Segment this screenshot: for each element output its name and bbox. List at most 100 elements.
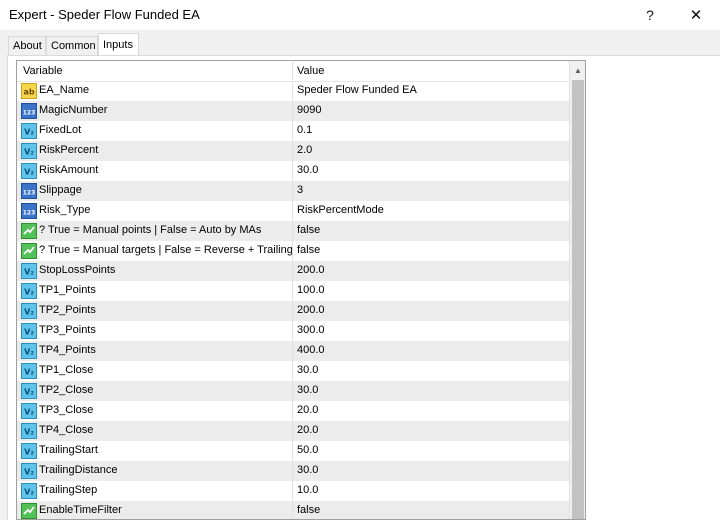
column-header-variable[interactable]: Variable [23, 65, 63, 77]
double-icon: V₂ [21, 383, 37, 399]
variable-value[interactable]: 200.0 [297, 264, 325, 276]
help-button[interactable]: ? [628, 0, 672, 30]
table-row[interactable]: V₂ TP4_Close 20.0 [17, 421, 569, 441]
double-icon: V₂ [21, 283, 37, 299]
grid-rows: ab EA_Name Speder Flow Funded EA 123 MagicNu… [17, 81, 569, 519]
variable-name: ? True = Manual targets | False = Revers… [39, 244, 293, 256]
table-row[interactable]: V₂ StopLossPoints 200.0 [17, 261, 569, 281]
variable-value[interactable]: 300.0 [297, 324, 325, 336]
tab-inputs[interactable]: Inputs [98, 33, 139, 56]
variable-value[interactable]: 20.0 [297, 404, 318, 416]
tab-about[interactable]: About [8, 36, 46, 55]
variable-value[interactable]: 0.1 [297, 124, 312, 136]
close-button[interactable]: ✕ [674, 0, 718, 30]
variable-value[interactable]: 30.0 [297, 164, 318, 176]
bool-icon [21, 503, 37, 519]
svg-text:V₂: V₂ [24, 488, 34, 497]
variable-value[interactable]: 30.0 [297, 464, 318, 476]
table-row[interactable]: 123 Risk_Type RiskPercentMode [17, 201, 569, 221]
tab-strip: About Common Inputs [0, 30, 720, 56]
variable-name: TP1_Points [39, 284, 96, 296]
svg-text:123: 123 [23, 190, 36, 197]
double-icon: V₂ [21, 483, 37, 499]
help-icon: ? [646, 7, 654, 23]
variable-value[interactable]: Speder Flow Funded EA [297, 84, 417, 96]
double-icon: V₂ [21, 443, 37, 459]
variable-value[interactable]: false [297, 504, 320, 516]
variable-name: TrailingDistance [39, 464, 118, 476]
variable-value[interactable]: false [297, 224, 320, 236]
cell-divider [292, 321, 293, 341]
variable-name: EA_Name [39, 84, 90, 96]
table-row[interactable]: V₂ TP2_Close 30.0 [17, 381, 569, 401]
variable-value[interactable]: 10.0 [297, 484, 318, 496]
table-row[interactable]: V₂ TP2_Points 200.0 [17, 301, 569, 321]
double-icon: V₂ [21, 323, 37, 339]
table-row[interactable]: 123 Slippage 3 [17, 181, 569, 201]
scroll-thumb[interactable] [572, 80, 584, 519]
variable-value[interactable]: 3 [297, 184, 303, 196]
table-row[interactable]: V₂ RiskPercent 2.0 [17, 141, 569, 161]
svg-text:V₂: V₂ [24, 268, 34, 277]
table-row[interactable]: ? True = Manual points | False = Auto by… [17, 221, 569, 241]
variable-value[interactable]: false [297, 244, 320, 256]
cell-divider [292, 421, 293, 441]
table-row[interactable]: V₂ TP1_Points 100.0 [17, 281, 569, 301]
svg-text:V₂: V₂ [24, 328, 34, 337]
table-row[interactable]: ab EA_Name Speder Flow Funded EA [17, 81, 569, 101]
svg-text:V₂: V₂ [24, 368, 34, 377]
variable-value[interactable]: 30.0 [297, 364, 318, 376]
column-header-value[interactable]: Value [297, 65, 324, 77]
table-row[interactable]: V₂ TP1_Close 30.0 [17, 361, 569, 381]
tab-common[interactable]: Common [46, 36, 98, 55]
cell-divider [292, 401, 293, 421]
table-row[interactable]: EnableTimeFilter false [17, 501, 569, 519]
cell-divider [292, 261, 293, 281]
variable-value[interactable]: 30.0 [297, 384, 318, 396]
column-divider[interactable] [292, 62, 293, 80]
variable-value[interactable]: 20.0 [297, 424, 318, 436]
table-row[interactable]: V₂ FixedLot 0.1 [17, 121, 569, 141]
variable-name: TP4_Points [39, 344, 96, 356]
inputs-grid: Variable Value ab EA_Name Speder Flow Fund… [16, 60, 586, 520]
cell-divider [292, 81, 293, 101]
double-icon: V₂ [21, 363, 37, 379]
variable-value[interactable]: 100.0 [297, 284, 325, 296]
grid-header: Variable Value [17, 61, 569, 82]
svg-text:V₂: V₂ [24, 288, 34, 297]
table-row[interactable]: V₂ RiskAmount 30.0 [17, 161, 569, 181]
table-row[interactable]: 123 MagicNumber 9090 [17, 101, 569, 121]
cell-divider [292, 441, 293, 461]
close-icon: ✕ [689, 7, 703, 24]
table-row[interactable]: V₂ TP4_Points 400.0 [17, 341, 569, 361]
variable-value[interactable]: RiskPercentMode [297, 204, 384, 216]
double-icon: V₂ [21, 403, 37, 419]
table-row[interactable]: V₂ TrailingStart 50.0 [17, 441, 569, 461]
double-icon: V₂ [21, 423, 37, 439]
svg-text:V₂: V₂ [24, 448, 34, 457]
cell-divider [292, 501, 293, 519]
table-row[interactable]: V₂ TP3_Close 20.0 [17, 401, 569, 421]
variable-value[interactable]: 9090 [297, 104, 321, 116]
variable-name: TrailingStart [39, 444, 98, 456]
table-row[interactable]: V₂ TrailingStep 10.0 [17, 481, 569, 501]
table-row[interactable]: ? True = Manual targets | False = Revers… [17, 241, 569, 261]
svg-text:123: 123 [23, 110, 36, 117]
cell-divider [292, 141, 293, 161]
svg-text:V₂: V₂ [24, 468, 34, 477]
cell-divider [292, 461, 293, 481]
variable-value[interactable]: 50.0 [297, 444, 318, 456]
double-icon: V₂ [21, 143, 37, 159]
vertical-scrollbar[interactable]: ▲ [569, 61, 585, 519]
table-row[interactable]: V₂ TrailingDistance 30.0 [17, 461, 569, 481]
variable-value[interactable]: 400.0 [297, 344, 325, 356]
scroll-up-icon[interactable]: ▲ [570, 61, 585, 79]
variable-name: TP2_Close [39, 384, 94, 396]
table-row[interactable]: V₂ TP3_Points 300.0 [17, 321, 569, 341]
variable-value[interactable]: 2.0 [297, 144, 312, 156]
variable-value[interactable]: 200.0 [297, 304, 325, 316]
variable-name: TP3_Points [39, 324, 96, 336]
variable-name: TP1_Close [39, 364, 94, 376]
variable-name: EnableTimeFilter [39, 504, 122, 516]
cell-divider [292, 301, 293, 321]
